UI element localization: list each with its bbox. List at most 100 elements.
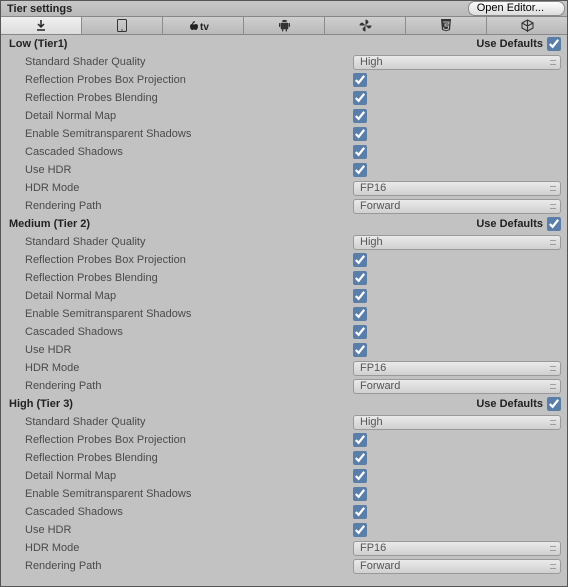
setting-label: Rendering Path [25, 560, 353, 572]
setting-control [353, 145, 561, 159]
setting-row: Enable Semitransparent Shadows [1, 485, 567, 503]
setting-control: FP16 [353, 361, 561, 376]
setting-row: Cascaded Shadows [1, 323, 567, 341]
reflection-probes-blending-checkbox[interactable] [353, 271, 367, 285]
cube-icon [521, 19, 534, 32]
setting-row: Reflection Probes Blending [1, 269, 567, 287]
tier-settings-panel: Tier settings Open Editor... tv [0, 0, 568, 587]
setting-label: Detail Normal Map [25, 470, 353, 482]
setting-label: HDR Mode [25, 362, 353, 374]
setting-row: Enable Semitransparent Shadows [1, 125, 567, 143]
setting-label: Use HDR [25, 164, 353, 176]
use-defaults-checkbox[interactable] [547, 37, 561, 51]
setting-label: Reflection Probes Box Projection [25, 434, 353, 446]
setting-label: Reflection Probes Blending [25, 92, 353, 104]
setting-row: Detail Normal Map [1, 467, 567, 485]
detail-normal-map-checkbox[interactable] [353, 109, 367, 123]
reflection-probes-box-projection-checkbox[interactable] [353, 253, 367, 267]
setting-label: Reflection Probes Box Projection [25, 254, 353, 266]
setting-control [353, 505, 561, 519]
reflection-probes-blending-checkbox[interactable] [353, 91, 367, 105]
use-defaults-checkbox[interactable] [547, 397, 561, 411]
setting-row: Detail Normal Map [1, 107, 567, 125]
setting-label: HDR Mode [25, 542, 353, 554]
setting-label: Cascaded Shadows [25, 326, 353, 338]
reflection-probes-box-projection-checkbox[interactable] [353, 73, 367, 87]
setting-row: Standard Shader QualityHigh [1, 53, 567, 71]
standard-shader-quality-dropdown[interactable]: High [353, 55, 561, 70]
setting-label: Reflection Probes Box Projection [25, 74, 353, 86]
setting-control: High [353, 415, 561, 430]
setting-row: Use HDR [1, 341, 567, 359]
setting-label: Rendering Path [25, 380, 353, 392]
use-hdr-checkbox[interactable] [353, 523, 367, 537]
setting-control: High [353, 235, 561, 250]
hdr-mode-dropdown[interactable]: FP16 [353, 361, 561, 376]
use-defaults-checkbox[interactable] [547, 217, 561, 231]
platform-tab-tablet[interactable] [82, 17, 163, 34]
open-editor-button[interactable]: Open Editor... [468, 1, 565, 16]
setting-row: Cascaded Shadows [1, 503, 567, 521]
platform-tab-appletv[interactable]: tv [163, 17, 244, 34]
use-defaults-label: Use Defaults [476, 398, 543, 410]
setting-control [353, 253, 561, 267]
panel-title: Tier settings [3, 3, 72, 15]
platform-tab-download[interactable] [1, 17, 82, 34]
setting-row: Detail Normal Map [1, 287, 567, 305]
setting-label: Enable Semitransparent Shadows [25, 128, 353, 140]
setting-control: Forward [353, 379, 561, 394]
rendering-path-dropdown[interactable]: Forward [353, 199, 561, 214]
setting-row: HDR ModeFP16 [1, 179, 567, 197]
setting-label: Enable Semitransparent Shadows [25, 308, 353, 320]
standard-shader-quality-dropdown[interactable]: High [353, 415, 561, 430]
enable-semitransparent-shadows-checkbox[interactable] [353, 127, 367, 141]
setting-label: Standard Shader Quality [25, 56, 353, 68]
reflection-probes-blending-checkbox[interactable] [353, 451, 367, 465]
setting-control [353, 523, 561, 537]
platform-tab-strip: tv [1, 17, 567, 35]
setting-row: Reflection Probes Box Projection [1, 71, 567, 89]
rendering-path-dropdown[interactable]: Forward [353, 379, 561, 394]
setting-control: FP16 [353, 541, 561, 556]
hdr-mode-dropdown[interactable]: FP16 [353, 181, 561, 196]
setting-control: High [353, 55, 561, 70]
enable-semitransparent-shadows-checkbox[interactable] [353, 487, 367, 501]
setting-label: Enable Semitransparent Shadows [25, 488, 353, 500]
detail-normal-map-checkbox[interactable] [353, 289, 367, 303]
tiers-scroll-area[interactable]: Low (Tier1)Use DefaultsStandard Shader Q… [1, 35, 567, 586]
setting-row: HDR ModeFP16 [1, 539, 567, 557]
rendering-path-dropdown[interactable]: Forward [353, 559, 561, 574]
platform-tab-pinwheel[interactable] [325, 17, 406, 34]
cascaded-shadows-checkbox[interactable] [353, 145, 367, 159]
setting-row: Standard Shader QualityHigh [1, 233, 567, 251]
setting-label: Detail Normal Map [25, 290, 353, 302]
detail-normal-map-checkbox[interactable] [353, 469, 367, 483]
setting-row: Use HDR [1, 161, 567, 179]
platform-tab-android[interactable] [244, 17, 325, 34]
setting-label: Cascaded Shadows [25, 506, 353, 518]
setting-label: Rendering Path [25, 200, 353, 212]
reflection-probes-box-projection-checkbox[interactable] [353, 433, 367, 447]
platform-tab-cube[interactable] [487, 17, 567, 34]
setting-label: Standard Shader Quality [25, 416, 353, 428]
panel-header: Tier settings Open Editor... [1, 1, 567, 17]
enable-semitransparent-shadows-checkbox[interactable] [353, 307, 367, 321]
setting-row: Rendering PathForward [1, 197, 567, 215]
download-icon [35, 20, 47, 32]
setting-control [353, 109, 561, 123]
setting-control [353, 307, 561, 321]
standard-shader-quality-dropdown[interactable]: High [353, 235, 561, 250]
setting-control [353, 433, 561, 447]
setting-row: HDR ModeFP16 [1, 359, 567, 377]
cascaded-shadows-checkbox[interactable] [353, 325, 367, 339]
use-hdr-checkbox[interactable] [353, 343, 367, 357]
setting-label: Detail Normal Map [25, 110, 353, 122]
hdr-mode-dropdown[interactable]: FP16 [353, 541, 561, 556]
setting-label: Cascaded Shadows [25, 146, 353, 158]
cascaded-shadows-checkbox[interactable] [353, 505, 367, 519]
setting-label: Reflection Probes Blending [25, 272, 353, 284]
setting-row: Rendering PathForward [1, 377, 567, 395]
platform-tab-html5[interactable] [406, 17, 487, 34]
setting-label: HDR Mode [25, 182, 353, 194]
use-hdr-checkbox[interactable] [353, 163, 367, 177]
